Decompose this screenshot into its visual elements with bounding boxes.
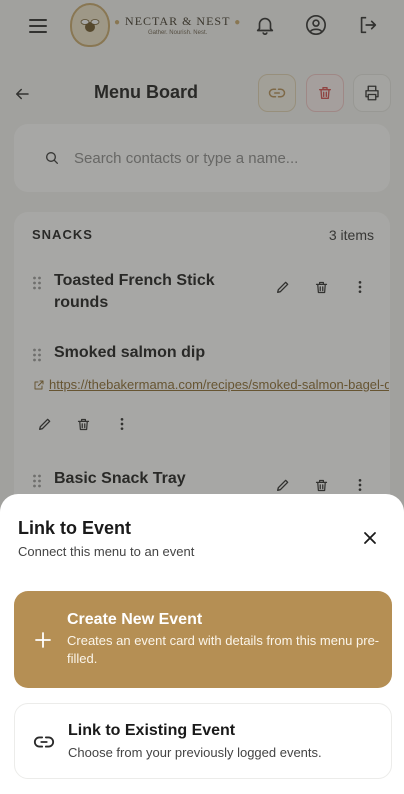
link-existing-event-option[interactable]: Link to Existing Event Choose from your … xyxy=(14,703,392,779)
close-button[interactable] xyxy=(358,526,382,550)
sheet-title: Link to Event xyxy=(18,518,132,538)
option-description: Choose from your previously logged event… xyxy=(68,745,322,760)
option-description: Creates an event card with details from … xyxy=(67,633,380,666)
option-title: Link to Existing Event xyxy=(68,722,236,739)
link-icon xyxy=(33,736,55,748)
create-new-event-option[interactable]: Create New Event Creates an event card w… xyxy=(14,591,392,688)
option-title: Create New Event xyxy=(67,611,203,628)
sheet-subtitle: Connect this menu to an event xyxy=(18,544,195,559)
plus-icon xyxy=(35,632,51,648)
close-icon xyxy=(364,532,376,544)
